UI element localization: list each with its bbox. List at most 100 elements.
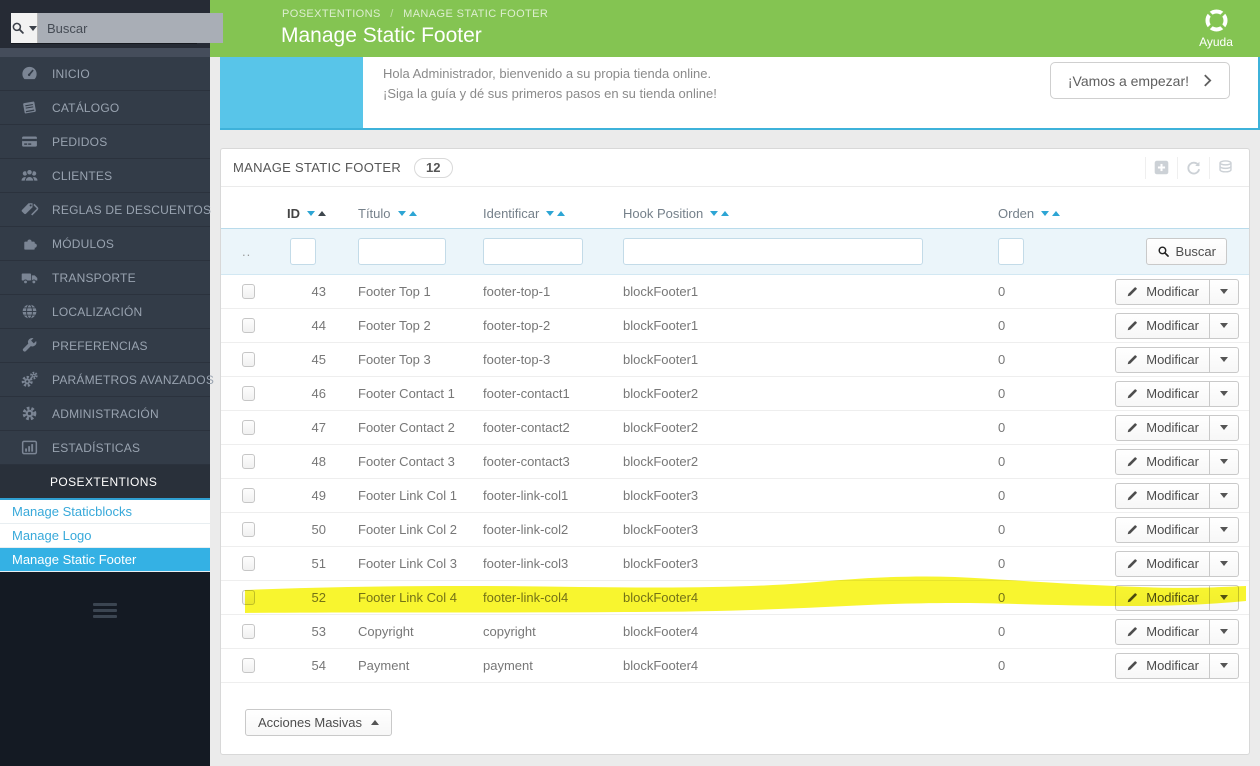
onboarding-line2: ¡Siga la guía y dé sus primeros pasos en… — [383, 86, 717, 101]
sidebar-item[interactable]: ADMINISTRACIÓN — [0, 397, 210, 431]
lets-start-label: ¡Vamos a empezar! — [1067, 72, 1189, 89]
row-checkbox[interactable] — [242, 624, 255, 639]
modify-button[interactable]: Modificar — [1115, 312, 1210, 339]
row-checkbox[interactable] — [242, 284, 255, 299]
row-dropdown-button[interactable] — [1210, 380, 1239, 407]
row-dropdown-button[interactable] — [1210, 448, 1239, 475]
modify-button[interactable]: Modificar — [1115, 414, 1210, 441]
column-header-id[interactable]: ID — [261, 199, 331, 228]
sidebar-item[interactable]: REGLAS DE DESCUENTOS — [0, 193, 211, 227]
row-checkbox[interactable] — [242, 556, 255, 571]
sort-asc-icon[interactable] — [1052, 211, 1061, 216]
sidebar-subitem[interactable]: Manage Staticblocks — [0, 500, 210, 524]
filter-hook-input[interactable] — [623, 238, 923, 265]
filter-orden-input[interactable] — [998, 238, 1024, 265]
sort-desc-icon[interactable] — [1041, 211, 1050, 216]
lets-start-button[interactable]: ¡Vamos a empezar! — [1049, 62, 1230, 99]
cell-titulo: Copyright — [358, 624, 414, 639]
caret-down-icon — [1220, 323, 1228, 328]
filter-search-button[interactable]: Buscar — [1145, 238, 1227, 265]
row-checkbox[interactable] — [242, 522, 255, 537]
cell-id: 44 — [311, 318, 326, 333]
sidebar-item-posextentions[interactable]: POSEXTENTIONS — [0, 465, 210, 500]
row-dropdown-button[interactable] — [1210, 312, 1239, 339]
row-dropdown-button[interactable] — [1210, 414, 1239, 441]
sidebar-item-label: ADMINISTRACIÓN — [52, 406, 159, 421]
row-dropdown-button[interactable] — [1210, 652, 1239, 679]
sort-asc-icon[interactable] — [721, 211, 730, 216]
row-checkbox[interactable] — [242, 420, 255, 435]
pencil-icon — [1126, 489, 1139, 502]
sidebar-item[interactable]: PEDIDOS — [0, 125, 210, 159]
sort-desc-icon[interactable] — [307, 211, 315, 216]
sidebar-item[interactable]: CLIENTES — [0, 159, 210, 193]
sidebar-subitem[interactable]: Manage Logo — [0, 524, 210, 548]
sidebar-item-label: PEDIDOS — [52, 134, 108, 149]
search-input[interactable] — [38, 13, 223, 43]
modify-button[interactable]: Modificar — [1115, 618, 1210, 645]
collapse-menu-icon[interactable] — [93, 603, 117, 618]
filter-identificar-input[interactable] — [483, 238, 583, 265]
sort-asc-icon[interactable] — [318, 211, 326, 216]
sort-asc-icon[interactable] — [557, 211, 566, 216]
sort-desc-icon[interactable] — [397, 211, 406, 216]
column-header-identificar[interactable]: Identificar — [461, 199, 606, 228]
sidebar-item[interactable]: MÓDULOS — [0, 227, 210, 261]
export-sql-button[interactable] — [1209, 156, 1241, 179]
row-checkbox[interactable] — [242, 590, 255, 605]
cell-orden: 0 — [998, 522, 1006, 537]
column-header-hook-position[interactable]: Hook Position — [606, 199, 941, 228]
cell-identificar: footer-link-col1 — [483, 488, 569, 503]
sidebar-item[interactable]: LOCALIZACIÓN — [0, 295, 210, 329]
cell-id: 52 — [311, 590, 326, 605]
bulk-actions-button[interactable]: Acciones Masivas — [245, 709, 393, 736]
sidebar-item[interactable]: PARÁMETROS AVANZADOS — [0, 363, 214, 397]
sidebar-item[interactable]: INICIO — [0, 57, 210, 91]
modify-button[interactable]: Modificar — [1115, 516, 1210, 543]
sort-asc-icon[interactable] — [408, 211, 417, 216]
filter-id-input[interactable] — [290, 238, 316, 265]
help-button[interactable]: Ayuda — [1184, 5, 1248, 49]
row-checkbox[interactable] — [242, 352, 255, 367]
row-action-group: Modificar — [1115, 346, 1239, 373]
row-checkbox[interactable] — [242, 658, 255, 673]
modify-button[interactable]: Modificar — [1115, 482, 1210, 509]
modify-button[interactable]: Modificar — [1115, 652, 1210, 679]
row-checkbox[interactable] — [242, 454, 255, 469]
modify-button[interactable]: Modificar — [1115, 346, 1210, 373]
modify-button[interactable]: Modificar — [1115, 448, 1210, 475]
row-checkbox[interactable] — [242, 318, 255, 333]
column-header-orden[interactable]: Orden — [941, 199, 1106, 228]
row-dropdown-button[interactable] — [1210, 482, 1239, 509]
cell-orden: 0 — [998, 420, 1006, 435]
sidebar-item[interactable]: CATÁLOGO — [0, 91, 210, 125]
cell-id: 47 — [311, 420, 326, 435]
add-button[interactable] — [1145, 156, 1177, 179]
sidebar-item[interactable]: PREFERENCIAS — [0, 329, 210, 363]
column-header-titulo[interactable]: Título — [331, 199, 461, 228]
modify-button[interactable]: Modificar — [1115, 380, 1210, 407]
modify-button[interactable]: Modificar — [1115, 550, 1210, 577]
row-dropdown-button[interactable] — [1210, 618, 1239, 645]
sort-desc-icon[interactable] — [546, 211, 555, 216]
row-dropdown-button[interactable] — [1210, 278, 1239, 305]
caret-down-icon — [1220, 289, 1228, 294]
filter-titulo-input[interactable] — [358, 238, 446, 265]
row-checkbox[interactable] — [242, 386, 255, 401]
breadcrumb-parent[interactable]: POSEXTENTIONS — [282, 8, 381, 20]
sidebar-item-icon — [20, 166, 39, 185]
search-scope-dropdown[interactable] — [11, 13, 38, 43]
modify-button[interactable]: Modificar — [1115, 278, 1210, 305]
row-dropdown-button[interactable] — [1210, 346, 1239, 373]
sidebar-item[interactable]: TRANSPORTE — [0, 261, 210, 295]
row-checkbox[interactable] — [242, 488, 255, 503]
sort-desc-icon[interactable] — [710, 211, 719, 216]
caret-down-icon — [1220, 595, 1228, 600]
modify-button[interactable]: Modificar — [1115, 584, 1210, 611]
row-dropdown-button[interactable] — [1210, 516, 1239, 543]
sidebar-item[interactable]: ESTADÍSTICAS — [0, 431, 210, 465]
row-dropdown-button[interactable] — [1210, 584, 1239, 611]
sidebar-subitem[interactable]: Manage Static Footer — [0, 548, 210, 572]
row-dropdown-button[interactable] — [1210, 550, 1239, 577]
refresh-button[interactable] — [1177, 156, 1209, 179]
